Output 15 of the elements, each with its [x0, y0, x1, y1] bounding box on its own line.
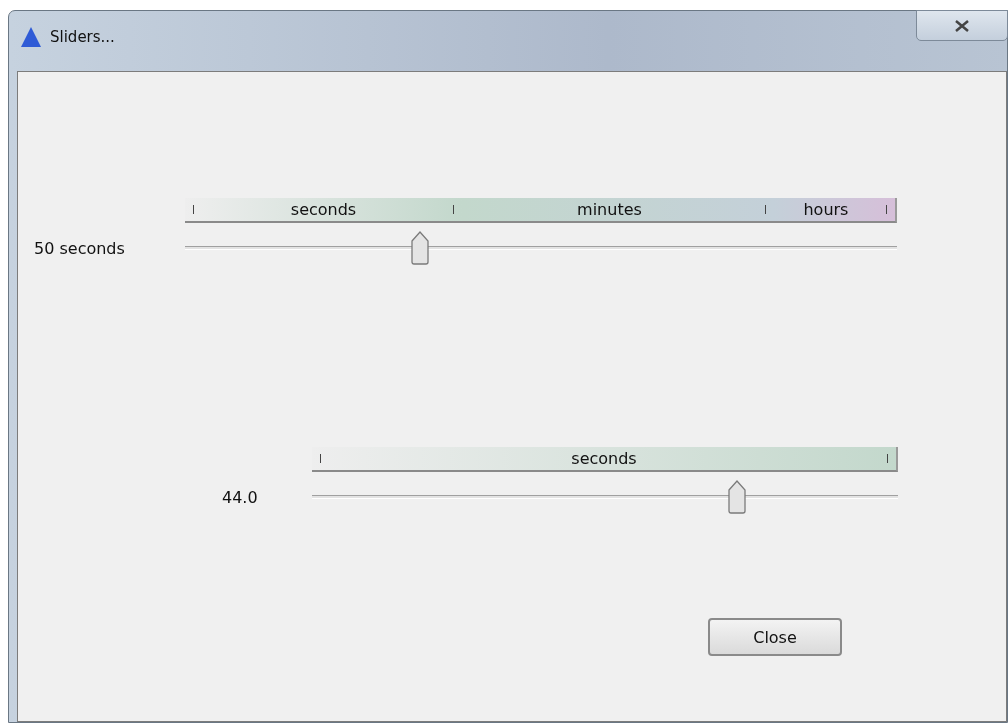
slider-thumb[interactable]: [409, 231, 430, 265]
scale-label: seconds: [289, 200, 358, 219]
slider[interactable]: [312, 480, 898, 514]
slider-value: 44.0: [221, 487, 259, 507]
window-title: Sliders...: [50, 28, 115, 46]
slider-thumb[interactable]: [726, 480, 747, 514]
triangle-icon: [20, 26, 42, 48]
slider[interactable]: [185, 231, 897, 265]
scale-label: seconds: [570, 449, 638, 468]
close-button[interactable]: [916, 10, 1008, 41]
close-dialog-button[interactable]: Close: [708, 618, 842, 656]
scale-label: minutes: [576, 200, 643, 219]
close-icon: [953, 18, 971, 33]
scale-label: hours: [802, 200, 850, 219]
slider-value: 50 seconds: [34, 238, 126, 258]
